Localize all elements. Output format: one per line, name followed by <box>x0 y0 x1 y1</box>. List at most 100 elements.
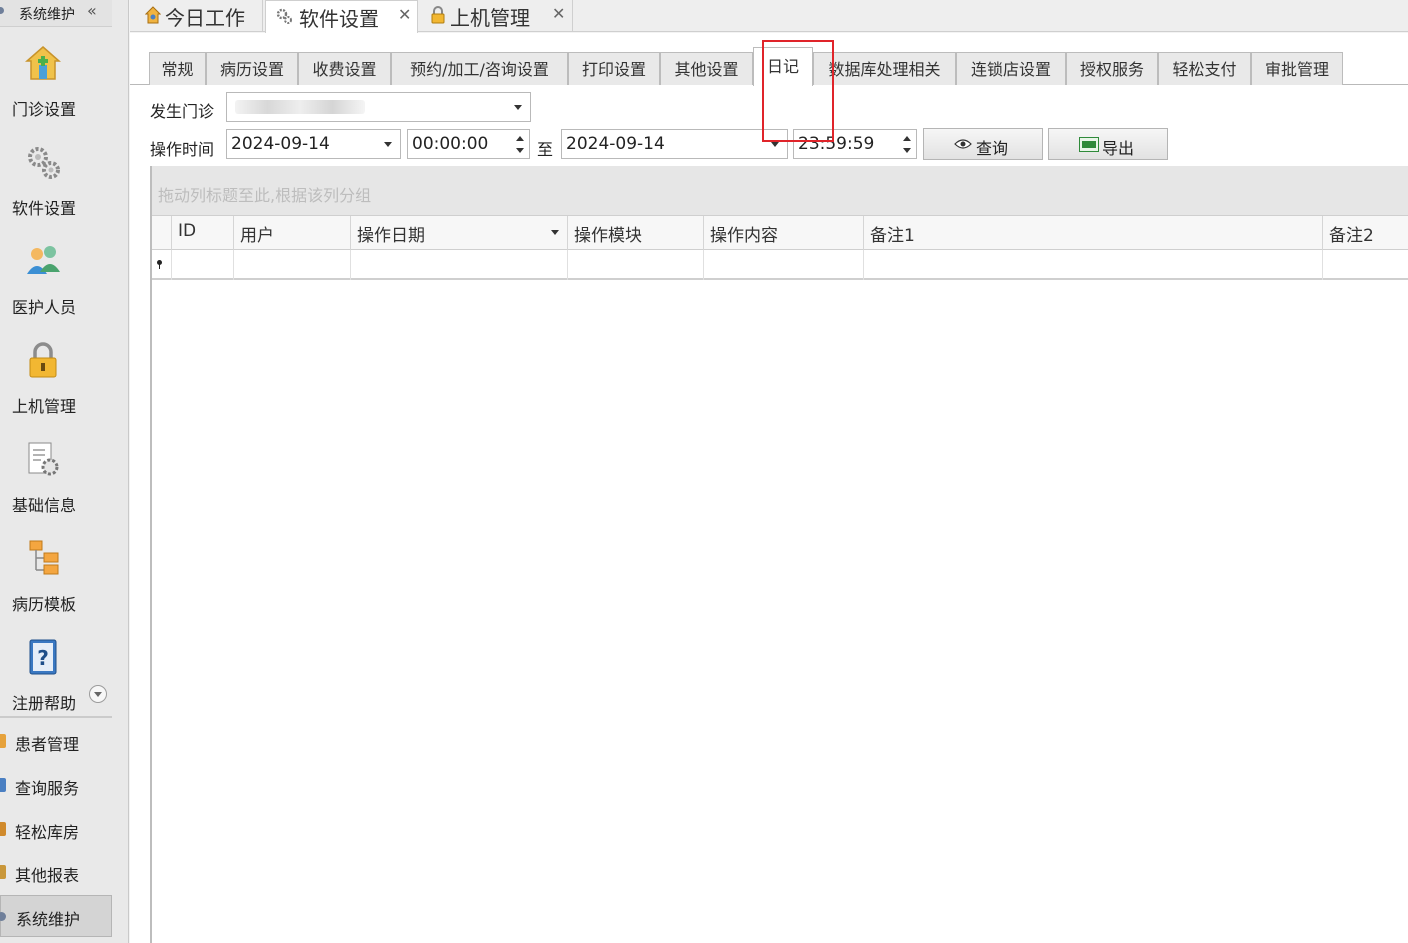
close-icon[interactable]: ✕ <box>552 4 565 23</box>
gears-icon <box>276 8 292 24</box>
tab-other-settings[interactable]: 其他设置 <box>660 52 753 85</box>
column-header-operation-module[interactable]: 操作模块 <box>568 216 704 250</box>
clinic-home-icon <box>25 46 61 80</box>
grid-header-row: ID 用户 操作日期 操作模块 操作内容 备注1 备注2 <box>152 216 1408 250</box>
filter-cell[interactable] <box>864 250 1323 280</box>
export-button-label: 导出 <box>1102 139 1135 158</box>
end-date-picker[interactable]: 2024-09-14 <box>561 129 788 159</box>
start-date-picker[interactable]: 2024-09-14 <box>226 129 401 159</box>
collapse-chevron-icon[interactable]: « <box>87 1 97 20</box>
column-header-id[interactable]: ID <box>172 216 234 250</box>
nav-item-medical-staff[interactable]: 医护人员 <box>0 242 88 338</box>
column-label: 备注1 <box>870 226 915 246</box>
settings-dot-icon <box>0 912 6 921</box>
sidebar-header[interactable]: 系统维护 « <box>0 0 112 27</box>
column-label: ID <box>178 221 197 241</box>
filter-row-indicator <box>152 250 172 280</box>
tab-label: 软件设置 <box>299 7 379 31</box>
nav-item-patient-management[interactable]: 患者管理 <box>0 721 112 761</box>
nav-item-system-maintenance[interactable]: 系统维护 <box>0 895 112 937</box>
dropdown-arrow-icon <box>771 142 779 147</box>
filter-cell[interactable] <box>234 250 351 280</box>
filter-cell[interactable] <box>568 250 704 280</box>
column-filter-arrow-icon[interactable] <box>551 230 559 235</box>
end-time-spinner[interactable]: 23:59:59 <box>793 129 917 159</box>
settings-tab-strip: 常规 病历设置 收费设置 预约/加工/咨询设置 打印设置 其他设置 日记 数据库… <box>130 40 1408 142</box>
expand-down-icon[interactable] <box>89 685 107 703</box>
end-date-value: 2024-09-14 <box>566 134 665 154</box>
column-header-operation-date[interactable]: 操作日期 <box>351 216 568 250</box>
nav-item-warehouse[interactable]: 轻松库房 <box>0 809 112 849</box>
nav-item-label: 门诊设置 <box>11 100 76 119</box>
filter-cell[interactable] <box>704 250 864 280</box>
export-button[interactable]: 导出 <box>1048 128 1168 160</box>
staff-people-icon <box>27 246 60 274</box>
software-settings-panel: 常规 病历设置 收费设置 预约/加工/咨询设置 打印设置 其他设置 日记 数据库… <box>130 33 1408 943</box>
spin-up-icon[interactable] <box>516 136 524 141</box>
log-grid: 拖动列标题至此,根据该列分组 ID 用户 操作日期 操作模块 操作内容 备注1 … <box>150 166 1408 943</box>
column-header-remark1[interactable]: 备注1 <box>864 216 1323 250</box>
padlock-icon <box>29 342 57 378</box>
settings-dot-icon <box>0 7 4 14</box>
nav-item-other-reports[interactable]: 其他报表 <box>0 852 112 892</box>
nav-item-label: 其他报表 <box>15 866 80 885</box>
column-label: 操作日期 <box>357 226 425 246</box>
tab-chain-store[interactable]: 连锁店设置 <box>956 52 1066 85</box>
tab-software-settings[interactable]: 软件设置 ✕ <box>265 0 418 33</box>
column-header-user[interactable]: 用户 <box>234 216 351 250</box>
nav-item-login-management[interactable]: 上机管理 <box>0 341 88 437</box>
spin-down-icon[interactable] <box>516 148 524 153</box>
tab-login-management[interactable]: 上机管理 ✕ <box>420 0 573 32</box>
spin-up-icon[interactable] <box>903 136 911 141</box>
start-time-spinner[interactable]: 00:00:00 <box>407 129 530 159</box>
operation-time-label: 操作时间 <box>150 140 215 159</box>
close-icon[interactable]: ✕ <box>398 5 411 24</box>
group-by-panel[interactable]: 拖动列标题至此,根据该列分组 <box>152 166 1408 216</box>
tab-database[interactable]: 数据库处理相关 <box>813 52 956 85</box>
column-label: 操作内容 <box>710 226 778 246</box>
report-icon <box>0 865 6 879</box>
nav-item-label: 医护人员 <box>11 298 76 317</box>
filter-cell[interactable] <box>172 250 234 280</box>
nav-item-software-settings[interactable]: 软件设置 <box>0 143 88 239</box>
nav-item-basic-info[interactable]: 基础信息 <box>0 440 88 536</box>
nav-item-query-service[interactable]: 查询服务 <box>0 765 112 805</box>
tab-approval[interactable]: 审批管理 <box>1251 52 1343 85</box>
column-label: 用户 <box>240 226 274 246</box>
document-gear-icon <box>28 442 59 476</box>
padlock-icon <box>431 6 445 24</box>
home-person-icon <box>145 6 161 24</box>
filter-cell[interactable] <box>351 250 568 280</box>
tab-print-settings[interactable]: 打印设置 <box>568 52 660 85</box>
nav-item-label: 基础信息 <box>11 496 76 515</box>
tab-diary[interactable]: 日记 <box>753 47 813 86</box>
filter-cell[interactable] <box>1323 250 1408 280</box>
tab-easy-pay[interactable]: 轻松支付 <box>1158 52 1251 85</box>
clinic-select[interactable] <box>226 92 531 122</box>
column-label: 备注2 <box>1329 226 1374 246</box>
column-label: 操作模块 <box>574 226 642 246</box>
nav-item-clinic-settings[interactable]: 门诊设置 <box>0 44 88 140</box>
eye-icon <box>954 139 972 149</box>
spin-down-icon[interactable] <box>903 148 911 153</box>
patient-icon <box>0 734 6 748</box>
start-date-value: 2024-09-14 <box>231 134 330 154</box>
to-label: 至 <box>537 140 554 159</box>
nav-item-label: 软件设置 <box>11 199 76 218</box>
clinic-label: 发生门诊 <box>150 102 215 121</box>
column-header-operation-content[interactable]: 操作内容 <box>704 216 864 250</box>
nav-item-record-template[interactable]: 病历模板 <box>0 539 88 635</box>
tab-appointment-settings[interactable]: 预约/加工/咨询设置 <box>391 52 568 85</box>
nav-item-register-help[interactable]: ? 注册帮助 <box>0 638 88 734</box>
svg-text:?: ? <box>37 646 49 670</box>
nav-item-label: 查询服务 <box>15 779 80 798</box>
end-time-value: 23:59:59 <box>798 134 875 154</box>
column-header-remark2[interactable]: 备注2 <box>1323 216 1408 250</box>
tab-fee-settings[interactable]: 收费设置 <box>298 52 391 85</box>
query-button[interactable]: 查询 <box>923 128 1043 160</box>
tab-today-work[interactable]: 今日工作 <box>135 0 263 32</box>
tab-authorization[interactable]: 授权服务 <box>1066 52 1158 85</box>
tab-general[interactable]: 常规 <box>149 52 206 85</box>
tab-record-settings[interactable]: 病历设置 <box>206 52 298 85</box>
query-button-label: 查询 <box>976 139 1009 158</box>
